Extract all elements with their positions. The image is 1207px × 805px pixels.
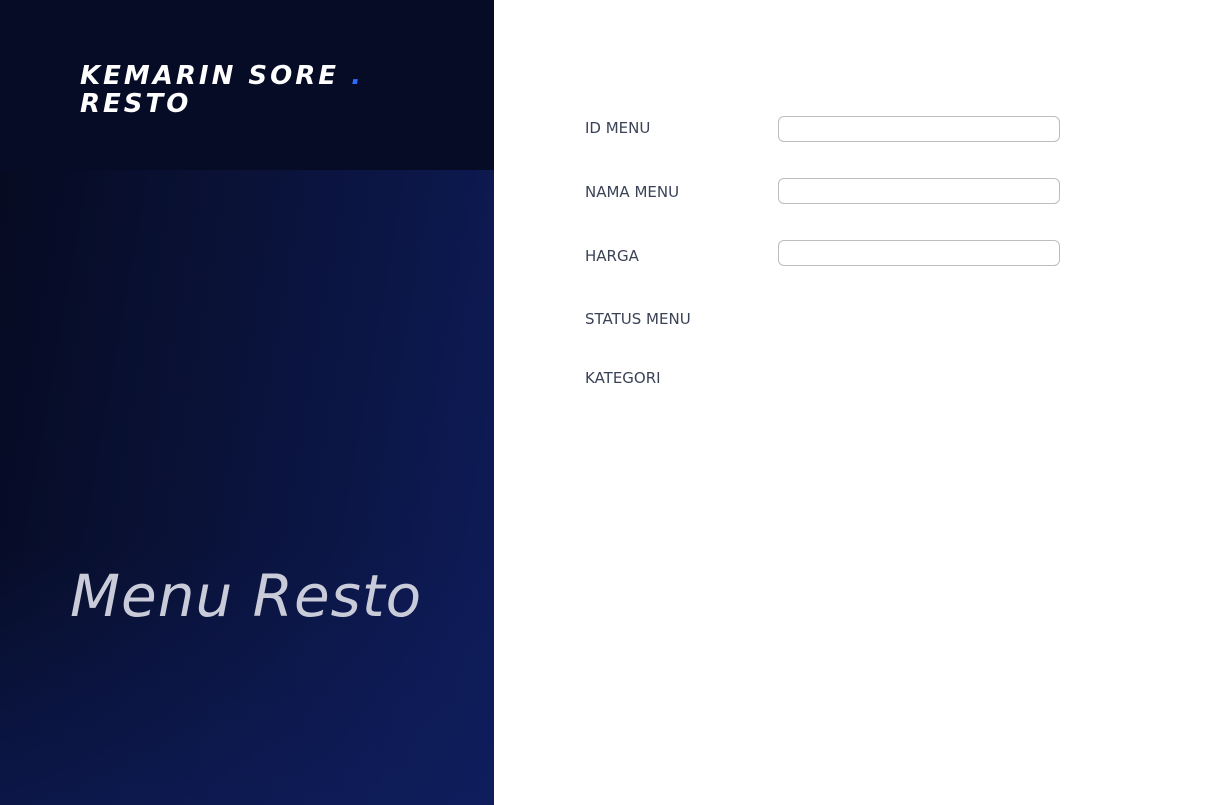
- id-menu-input[interactable]: [778, 116, 1060, 142]
- nama-menu-input[interactable]: [778, 178, 1060, 204]
- status-menu-label: STATUS MENU: [585, 310, 691, 328]
- brand-line-2: RESTO: [80, 89, 192, 119]
- kategori-label: KATEGORI: [585, 369, 661, 387]
- brand-logo: KEMARIN SORE . RESTO: [80, 62, 364, 118]
- harga-label: HARGA: [585, 247, 639, 265]
- brand-line-1: KEMARIN SORE: [80, 61, 340, 91]
- brand-dot: .: [351, 61, 364, 91]
- hero-title: Menu Resto: [70, 562, 423, 630]
- left-panel: KEMARIN SORE . RESTO Menu Resto: [0, 0, 494, 805]
- id-menu-label: ID MENU: [585, 119, 651, 137]
- brand-bar: KEMARIN SORE . RESTO: [0, 0, 494, 170]
- nama-menu-label: NAMA MENU: [585, 183, 680, 201]
- harga-input[interactable]: [778, 240, 1060, 266]
- page: KEMARIN SORE . RESTO Menu Resto ID MENU N…: [0, 0, 1207, 805]
